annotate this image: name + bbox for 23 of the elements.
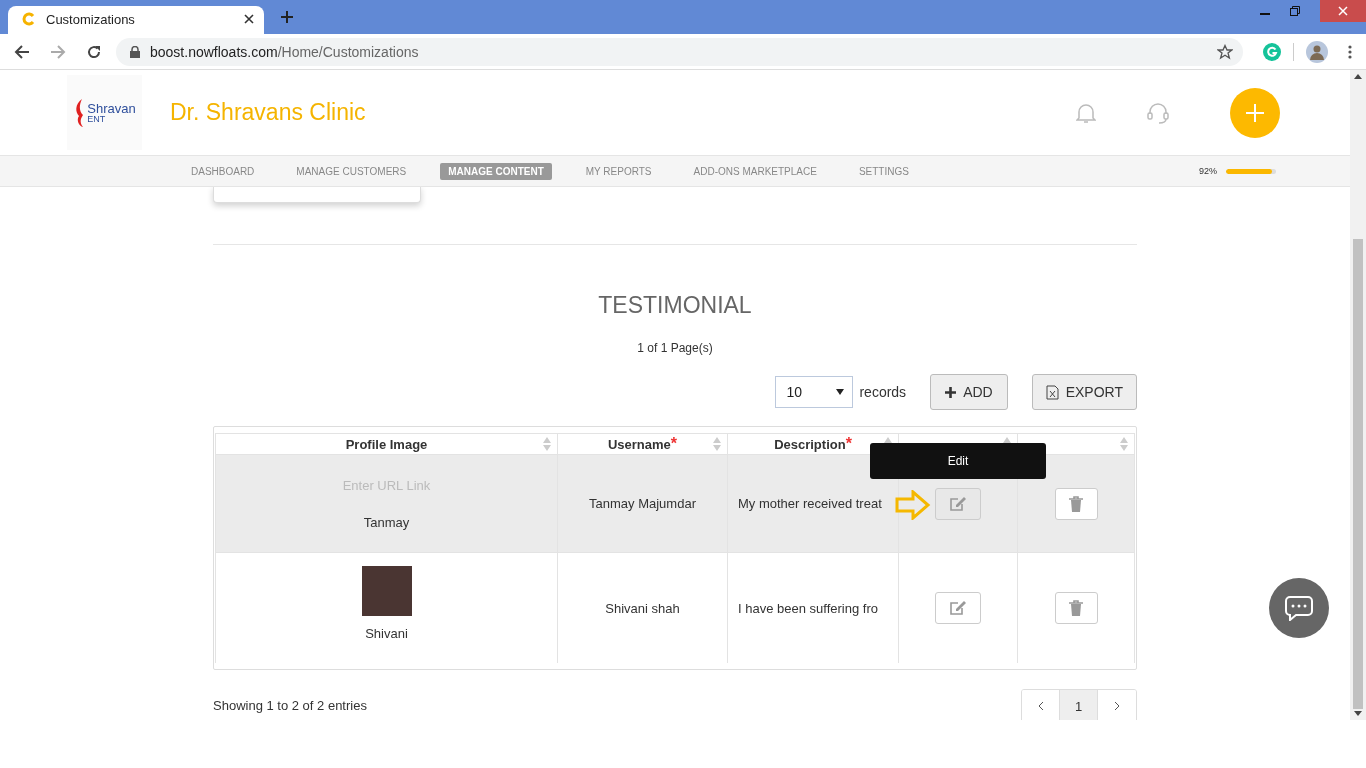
table-cell: I have been suffering fro <box>738 600 878 616</box>
entries-info: Showing 1 to 2 of 2 entries <box>213 698 367 713</box>
clinic-logo: Shravan ENT <box>67 75 142 150</box>
url-text: boost.nowfloats.com/Home/Customizations <box>150 43 420 60</box>
table-cell: My mother received treat <box>738 496 882 511</box>
table-cell: Shivani shah <box>605 600 680 616</box>
page-button[interactable]: 1 <box>1060 690 1098 720</box>
add-record-button[interactable]: ADD <box>930 374 1008 410</box>
clinic-name: Dr. Shravans Clinic <box>170 99 367 126</box>
tab-title: Customizations <box>46 11 136 27</box>
profile-name: Shivani <box>365 625 408 641</box>
records-label: records <box>859 384 907 400</box>
page-info: 1 of 1 Page(s) <box>636 341 714 355</box>
profile-name: Tanmay <box>363 514 410 530</box>
edit-tooltip: Edit <box>870 442 1046 479</box>
export-button[interactable]: EXPORT <box>1031 374 1137 410</box>
section-title: TESTIMONIAL <box>597 292 753 319</box>
table-cell: Tanmay Majumdar <box>589 496 696 511</box>
address-bar[interactable]: boost.nowfloats.com/Home/Customizations <box>116 37 1243 66</box>
page-size-select[interactable]: 10 <box>775 376 854 408</box>
progress-label: 92% <box>1199 166 1217 176</box>
browser-tab[interactable]: Customizations <box>8 6 264 34</box>
column-header[interactable]: Profile Image <box>345 436 428 452</box>
